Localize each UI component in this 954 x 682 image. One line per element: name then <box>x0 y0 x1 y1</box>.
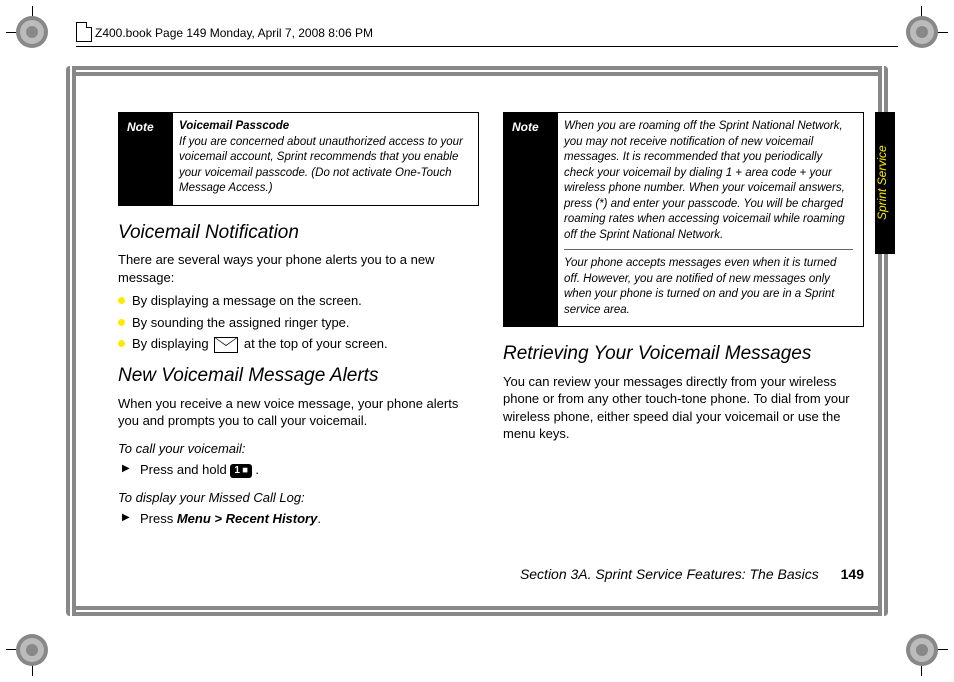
paragraph: You can review your messages directly fr… <box>503 373 864 443</box>
note-label: Note <box>119 113 173 205</box>
note-text: Your phone accepts messages even when it… <box>564 257 836 316</box>
binder-rail <box>66 66 888 76</box>
binder-ring-icon <box>16 16 48 48</box>
section-tab: Sprint Service <box>875 112 895 254</box>
task-title: To call your voicemail: <box>118 440 479 458</box>
note-text: When you are roaming off the Sprint Nati… <box>564 120 845 241</box>
page-footer: Section 3A. Sprint Service Features: The… <box>0 566 864 582</box>
note-text: If you are concerned about unauthorized … <box>179 136 463 195</box>
note-body: Voicemail Passcode If you are concerned … <box>173 113 478 205</box>
list-item: By displaying a message on the screen. <box>118 292 479 310</box>
running-header: Z400.book Page 149 Monday, April 7, 2008… <box>95 26 373 40</box>
left-column: Note Voicemail Passcode If you are conce… <box>118 112 479 587</box>
footer-section: Section 3A. Sprint Service Features: The… <box>520 566 819 582</box>
step: Press Menu > Recent History. <box>118 510 479 528</box>
page-content: Note Voicemail Passcode If you are conce… <box>118 112 864 587</box>
note-box: Note When you are roaming off the Sprint… <box>503 112 864 327</box>
binder-ring-icon <box>16 634 48 666</box>
list-item: By sounding the assigned ringer type. <box>118 314 479 332</box>
text: Press and hold <box>140 462 230 477</box>
text: . <box>317 511 321 526</box>
heading-new-voicemail-alerts: New Voicemail Message Alerts <box>118 363 479 389</box>
note-body: When you are roaming off the Sprint Nati… <box>558 113 863 326</box>
right-column: Note When you are roaming off the Sprint… <box>503 112 864 587</box>
phone-key-1-icon: 1 ⏹ <box>230 464 251 478</box>
bullet-list: By displaying a message on the screen. B… <box>118 292 479 353</box>
list-item: By displaying at the top of your screen. <box>118 335 479 353</box>
binder-rail <box>66 66 76 616</box>
page-number: 149 <box>841 566 864 582</box>
envelope-icon <box>214 337 238 353</box>
paragraph: When you receive a new voice message, yo… <box>118 395 479 430</box>
note-divider <box>564 249 853 250</box>
binder-ring-icon <box>906 16 938 48</box>
paragraph: There are several ways your phone alerts… <box>118 251 479 286</box>
step: Press and hold 1 ⏹ . <box>118 461 479 479</box>
text: Press <box>140 511 177 526</box>
menu-path: Menu > Recent History <box>177 511 318 526</box>
note-box: Note Voicemail Passcode If you are conce… <box>118 112 479 206</box>
binder-ring-icon <box>906 634 938 666</box>
note-title: Voicemail Passcode <box>179 120 289 132</box>
binder-rail <box>66 606 888 616</box>
page-thumb-icon <box>76 22 92 42</box>
heading-retrieving-voicemail: Retrieving Your Voicemail Messages <box>503 341 864 367</box>
text: By displaying <box>132 336 212 351</box>
heading-voicemail-notification: Voicemail Notification <box>118 220 479 246</box>
header-rule <box>76 46 898 47</box>
task-title: To display your Missed Call Log: <box>118 489 479 507</box>
text: . <box>255 462 259 477</box>
text: at the top of your screen. <box>244 336 388 351</box>
note-label: Note <box>504 113 558 326</box>
